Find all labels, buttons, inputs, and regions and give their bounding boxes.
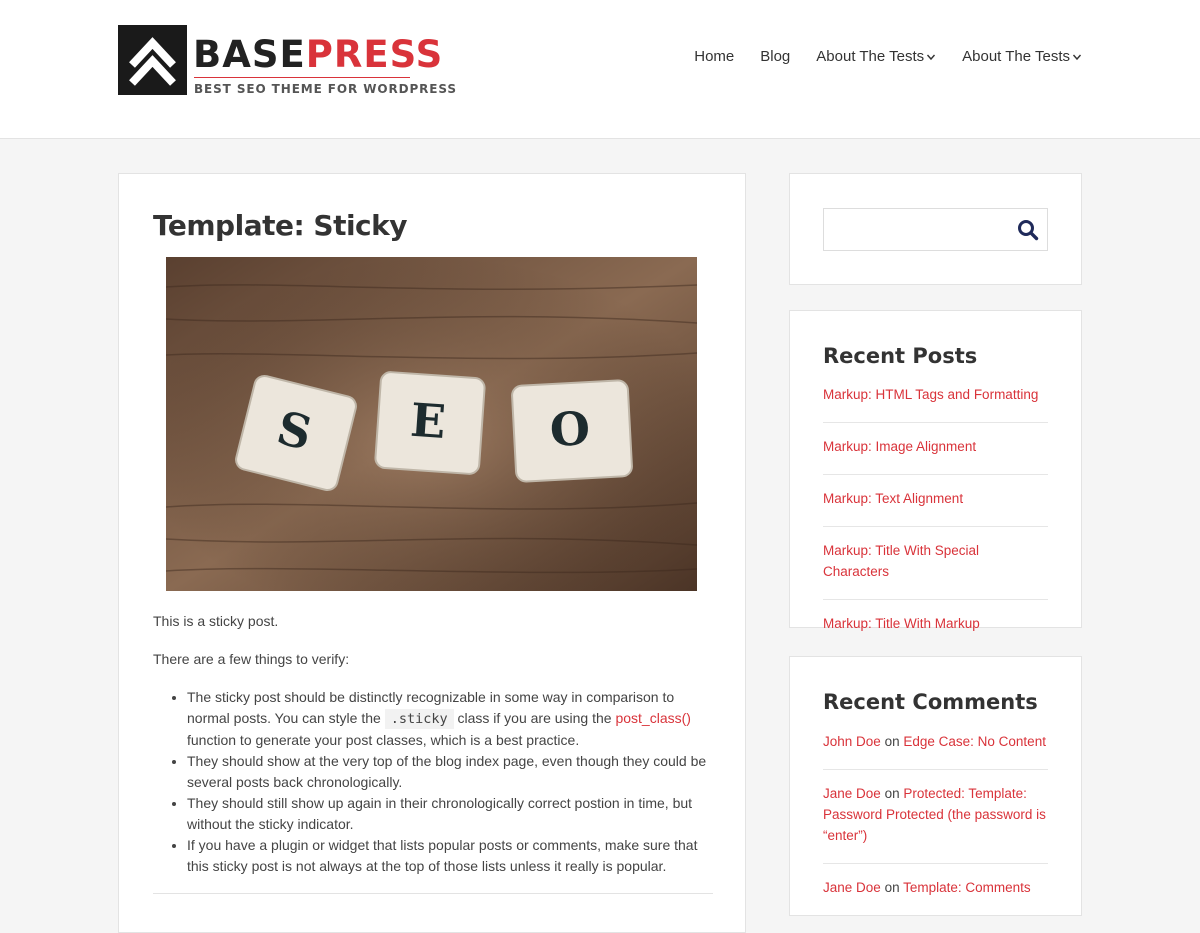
logo-word-base: BASE [193, 33, 306, 76]
list-item: They should show at the very top of the … [187, 751, 713, 793]
comment-on-word: on [884, 786, 900, 801]
list-item: Markup: Title With Special Characters [823, 527, 1048, 600]
inline-code: .sticky [384, 709, 454, 729]
logo-word-press: PRESS [305, 33, 444, 76]
list-item: If you have a plugin or widget that list… [187, 835, 713, 877]
main-nav: Home Blog About The Tests About The Test… [668, 48, 1082, 65]
nav-item-label: About The Tests [962, 48, 1070, 65]
list-item: Markup: Image Alignment [823, 423, 1048, 475]
recent-post-link[interactable]: Markup: Image Alignment [823, 439, 976, 454]
recent-comments-list: John Doe on Edge Case: No Content Jane D… [823, 728, 1048, 915]
comment-author-link[interactable]: Jane Doe [823, 880, 881, 895]
post-title[interactable]: Template: Sticky [153, 209, 408, 242]
comment-post-link[interactable]: Edge Case: No Content [903, 734, 1046, 749]
nav-item-label: Blog [760, 48, 791, 65]
widget-title: Recent Posts [823, 344, 978, 368]
search-form [823, 208, 1048, 251]
tile-letter: E [409, 393, 448, 449]
chevron-down-icon [927, 54, 936, 60]
recent-post-link[interactable]: Markup: Title With Markup [823, 616, 980, 631]
recent-post-link[interactable]: Markup: Text Alignment [823, 491, 963, 506]
comment-on-word: on [884, 880, 900, 895]
comment-author-link[interactable]: John Doe [823, 734, 881, 749]
recent-posts-list: Markup: HTML Tags and Formatting Markup:… [823, 381, 1048, 651]
post-article: Template: Sticky S E O This is a sticky … [118, 173, 746, 933]
list-item-text: class if you are using the [453, 710, 616, 726]
site-header: BASEPRESS BEST SEO THEME FOR WORDPRESS H… [0, 0, 1200, 139]
post-divider [153, 893, 713, 894]
featured-image: S E O [166, 257, 697, 591]
chevron-down-icon [1072, 54, 1082, 60]
list-item: Markup: Text Alignment [823, 475, 1048, 527]
nav-item-about-the-tests[interactable]: About The Tests [816, 48, 936, 65]
post-class-link[interactable]: post_class() [615, 710, 690, 726]
list-item: The sticky post should be distinctly rec… [187, 687, 713, 751]
list-item: Jane Doe on Protected: Template: Passwor… [823, 770, 1048, 864]
search-input[interactable] [824, 209, 1009, 250]
widget-title: Recent Comments [823, 690, 1038, 714]
nav-item-blog[interactable]: Blog [760, 48, 790, 65]
list-item: John Doe on Edge Case: No Content [823, 728, 1048, 770]
post-intro: This is a sticky post. [153, 613, 279, 629]
recent-post-link[interactable]: Markup: Title With Special Characters [823, 543, 979, 579]
post-checklist: The sticky post should be distinctly rec… [187, 687, 713, 877]
nav-item-home[interactable]: Home [694, 48, 734, 65]
comment-author-link[interactable]: Jane Doe [823, 786, 881, 801]
recent-posts-widget: Recent Posts Markup: HTML Tags and Forma… [789, 310, 1082, 631]
logo-divider [194, 77, 410, 78]
logo-wordmark: BASEPRESS [193, 35, 443, 75]
list-item: Markup: Title With Markup [823, 600, 1048, 651]
nav-item-about-the-tests-2[interactable]: About The Tests [962, 48, 1082, 65]
recent-comments-widget: Recent Comments John Doe on Edge Case: N… [789, 656, 1082, 916]
list-item: They should still show up again in their… [187, 793, 713, 835]
logo-tagline: BEST SEO THEME FOR WORDPRESS [194, 82, 457, 96]
list-item-text: function to generate your post classes, … [187, 732, 580, 748]
comment-on-word: on [884, 734, 900, 749]
list-item: Jane Doe on Template: Comments [823, 864, 1048, 915]
nav-item-label: About The Tests [816, 48, 925, 65]
tile-letter: O [548, 401, 591, 457]
post-content: This is a sticky post. There are a few t… [153, 611, 713, 877]
nav-item-label: Home [694, 48, 735, 65]
site-logo[interactable]: BASEPRESS BEST SEO THEME FOR WORDPRESS [118, 25, 456, 97]
list-item: Markup: HTML Tags and Formatting [823, 381, 1048, 423]
recent-post-link[interactable]: Markup: HTML Tags and Formatting [823, 387, 1038, 402]
search-icon[interactable] [1017, 219, 1039, 241]
post-lead: There are a few things to verify: [153, 651, 350, 667]
logo-chevron-icon [118, 25, 187, 95]
search-widget [789, 173, 1082, 285]
comment-post-link[interactable]: Template: Comments [903, 880, 1031, 895]
